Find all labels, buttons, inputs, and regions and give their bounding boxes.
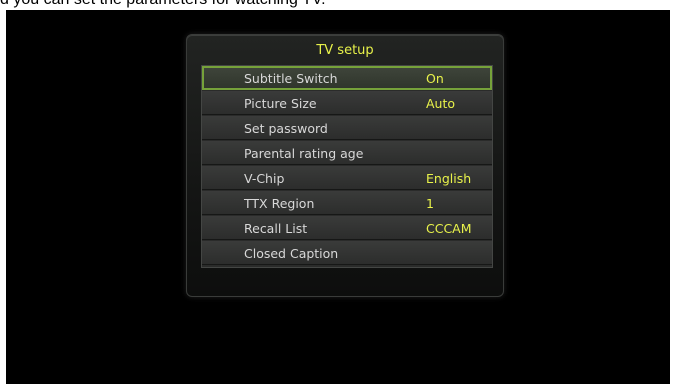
menu-item-label: Picture Size xyxy=(244,96,317,111)
tv-screen: TV setup Subtitle Switch On Picture Size… xyxy=(6,10,670,384)
menu-item-value: Auto xyxy=(426,96,456,111)
menu-item-label: Subtitle Switch xyxy=(244,71,338,86)
menu-item-value: On xyxy=(426,71,444,86)
menu-item-closed-caption[interactable]: Closed Caption xyxy=(202,241,492,265)
menu-item-label: TTX Region xyxy=(244,196,315,211)
dialog-title: TV setup xyxy=(316,43,374,58)
settings-menu: Subtitle Switch On Picture Size Auto Set… xyxy=(201,65,493,268)
menu-item-value: CCCAM xyxy=(426,221,472,236)
menu-item-label: Set password xyxy=(244,121,328,136)
menu-item-value: 1 xyxy=(426,196,434,211)
menu-item-label: Recall List xyxy=(244,221,308,236)
document-caption: d you can set the parameters for watchin… xyxy=(0,0,676,10)
menu-item-parental-rating-age[interactable]: Parental rating age xyxy=(202,141,492,165)
tv-setup-dialog: TV setup Subtitle Switch On Picture Size… xyxy=(186,34,504,297)
menu-item-value: English xyxy=(426,171,472,186)
menu-item-subtitle-switch[interactable]: Subtitle Switch On xyxy=(202,66,492,90)
caption-text: d you can set the parameters for watchin… xyxy=(0,0,326,9)
menu-item-label: Closed Caption xyxy=(244,246,339,261)
menu-item-picture-size[interactable]: Picture Size Auto xyxy=(202,91,492,115)
menu-item-ttx-region[interactable]: TTX Region 1 xyxy=(202,191,492,215)
menu-item-set-password[interactable]: Set password xyxy=(202,116,492,140)
menu-item-recall-list[interactable]: Recall List CCCAM xyxy=(202,216,492,240)
menu-item-v-chip[interactable]: V-Chip English xyxy=(202,166,492,190)
menu-item-label: V-Chip xyxy=(244,171,285,186)
menu-item-label: Parental rating age xyxy=(244,146,364,161)
